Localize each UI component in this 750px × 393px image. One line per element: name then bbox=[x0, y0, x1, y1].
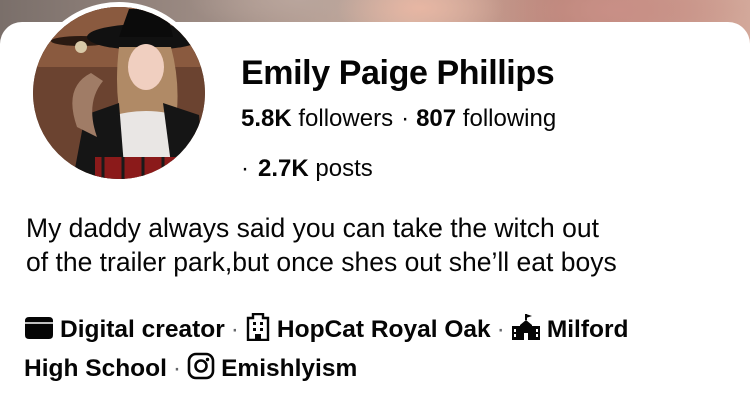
building-icon bbox=[245, 312, 271, 351]
avatar-photo bbox=[33, 7, 205, 179]
posts-separator: · bbox=[241, 155, 249, 182]
bio-line: My daddy always said you can take the wi… bbox=[26, 213, 599, 243]
follow-stats: 5.8K followers · 807 following bbox=[241, 103, 556, 135]
briefcase-icon bbox=[24, 315, 54, 351]
school-icon bbox=[511, 313, 541, 351]
detail-separator: · bbox=[496, 316, 505, 343]
following-link[interactable]: 807 following bbox=[416, 105, 556, 132]
followers-link[interactable]: 5.8K followers bbox=[241, 105, 393, 132]
posts-label: posts bbox=[315, 155, 373, 182]
detail-separator: · bbox=[230, 316, 239, 343]
details-line: Digital creator · HopCat Royal Oak · Mil… bbox=[24, 312, 734, 351]
followers-count: 5.8K bbox=[241, 105, 292, 132]
bio-line: of the trailer park,but once shes out sh… bbox=[26, 247, 617, 277]
detail-digital-creator[interactable]: Digital creator bbox=[60, 316, 225, 343]
posts-count: 2.7K bbox=[258, 155, 309, 182]
detail-workplace[interactable]: HopCat Royal Oak bbox=[277, 316, 491, 343]
following-count: 807 bbox=[416, 105, 457, 132]
profile-details: Digital creator · HopCat Royal Oak · Mil… bbox=[24, 312, 734, 390]
detail-instagram-handle[interactable]: Emishlyism bbox=[221, 355, 357, 382]
following-label: following bbox=[462, 105, 557, 132]
profile-avatar[interactable] bbox=[28, 2, 210, 184]
detail-school-line1[interactable]: Milford bbox=[547, 316, 629, 343]
posts-stats: · 2.7K posts bbox=[241, 153, 373, 185]
instagram-icon bbox=[187, 352, 215, 390]
detail-separator: · bbox=[172, 355, 182, 382]
posts-link[interactable]: 2.7K posts bbox=[258, 155, 373, 182]
profile-bio: My daddy always said you can take the wi… bbox=[26, 211, 726, 279]
details-line: High School · Emishlyism bbox=[24, 351, 734, 390]
detail-school-line2[interactable]: High School bbox=[24, 355, 167, 382]
profile-name[interactable]: Emily Paige Phillips bbox=[241, 53, 555, 93]
stats-separator: · bbox=[401, 105, 410, 132]
followers-label: followers bbox=[298, 105, 394, 132]
